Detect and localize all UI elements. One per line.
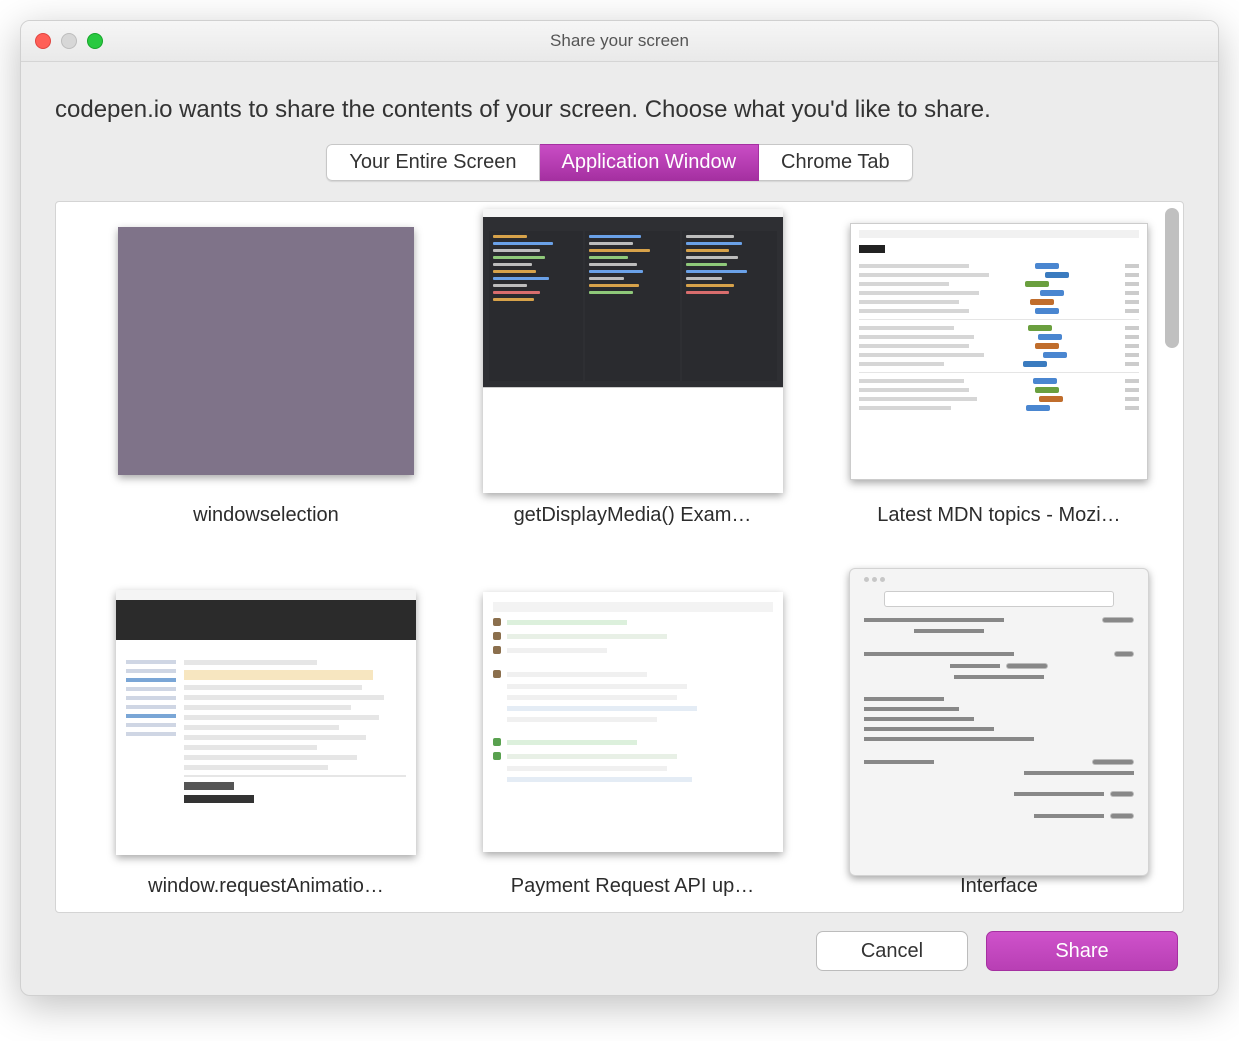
source-label: getDisplayMedia() Exam… xyxy=(514,504,752,527)
source-label: windowselection xyxy=(193,504,339,527)
titlebar: Share your screen xyxy=(21,21,1218,62)
dialog-content: codepen.io wants to share the contents o… xyxy=(21,62,1218,995)
zoom-icon[interactable] xyxy=(87,33,103,49)
source-label: Latest MDN topics - Mozi… xyxy=(877,504,1120,527)
window-title: Share your screen xyxy=(21,31,1218,51)
source-item[interactable]: getDisplayMedia() Exam… xyxy=(483,216,783,527)
dialog-footer: Cancel Share xyxy=(55,913,1184,973)
source-thumbnail xyxy=(849,587,1149,857)
source-thumbnail xyxy=(483,216,783,486)
source-item[interactable]: window.requestAnimatio… xyxy=(116,587,416,898)
source-picker: windowselection xyxy=(55,201,1184,913)
source-item[interactable]: Latest MDN topics - Mozi… xyxy=(849,216,1149,527)
source-thumbnail xyxy=(483,587,783,857)
tab-chrome-tab[interactable]: Chrome Tab xyxy=(759,144,913,181)
source-item[interactable]: Payment Request API up… xyxy=(483,587,783,898)
source-label: window.requestAnimatio… xyxy=(148,875,384,898)
source-thumbnail xyxy=(849,216,1149,486)
cancel-button[interactable]: Cancel xyxy=(816,931,968,971)
source-thumbnail xyxy=(116,216,416,486)
tab-application-window[interactable]: Application Window xyxy=(540,144,760,181)
source-item[interactable]: windowselection xyxy=(116,216,416,527)
share-screen-dialog: Share your screen codepen.io wants to sh… xyxy=(20,20,1219,996)
share-prompt: codepen.io wants to share the contents o… xyxy=(55,96,1184,124)
close-icon[interactable] xyxy=(35,33,51,49)
source-item[interactable]: Interface xyxy=(849,587,1149,898)
share-button[interactable]: Share xyxy=(986,931,1178,971)
tab-entire-screen[interactable]: Your Entire Screen xyxy=(326,144,539,181)
source-thumbnail xyxy=(116,587,416,857)
source-label: Interface xyxy=(960,875,1038,898)
source-label: Payment Request API up… xyxy=(511,875,754,898)
minimize-icon xyxy=(61,33,77,49)
source-picker-scroll[interactable]: windowselection xyxy=(56,202,1183,912)
source-type-tabs: Your Entire Screen Application Window Ch… xyxy=(55,144,1184,181)
window-controls xyxy=(35,33,103,49)
